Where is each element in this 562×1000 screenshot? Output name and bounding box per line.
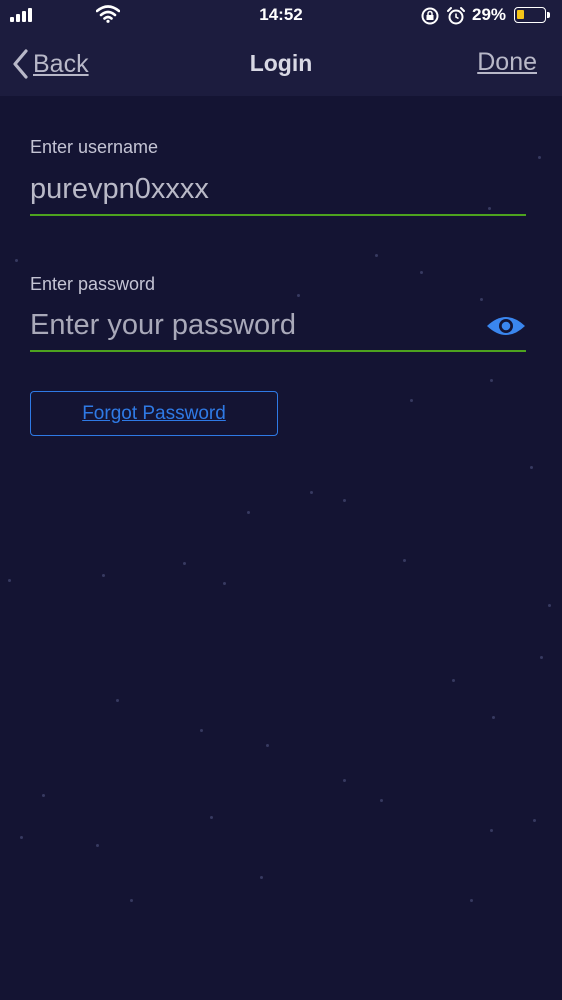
eye-icon[interactable] xyxy=(486,312,526,340)
password-input[interactable] xyxy=(30,307,470,343)
password-underline xyxy=(30,350,526,352)
rotation-lock-icon xyxy=(421,7,439,25)
forgot-password-button[interactable]: Forgot Password xyxy=(30,391,278,436)
password-label: Enter password xyxy=(30,274,156,294)
alarm-icon xyxy=(447,7,465,25)
battery-percent: 29% xyxy=(472,5,507,24)
battery-icon xyxy=(514,7,550,23)
navigation-bar: Back Login Done xyxy=(0,32,562,96)
username-input[interactable] xyxy=(30,171,526,207)
username-underline xyxy=(30,214,526,216)
done-button[interactable]: Done xyxy=(477,48,537,77)
status-bar: 14:52 29% xyxy=(0,0,562,32)
starfield-background xyxy=(0,96,562,1000)
username-label: Enter username xyxy=(30,137,159,157)
